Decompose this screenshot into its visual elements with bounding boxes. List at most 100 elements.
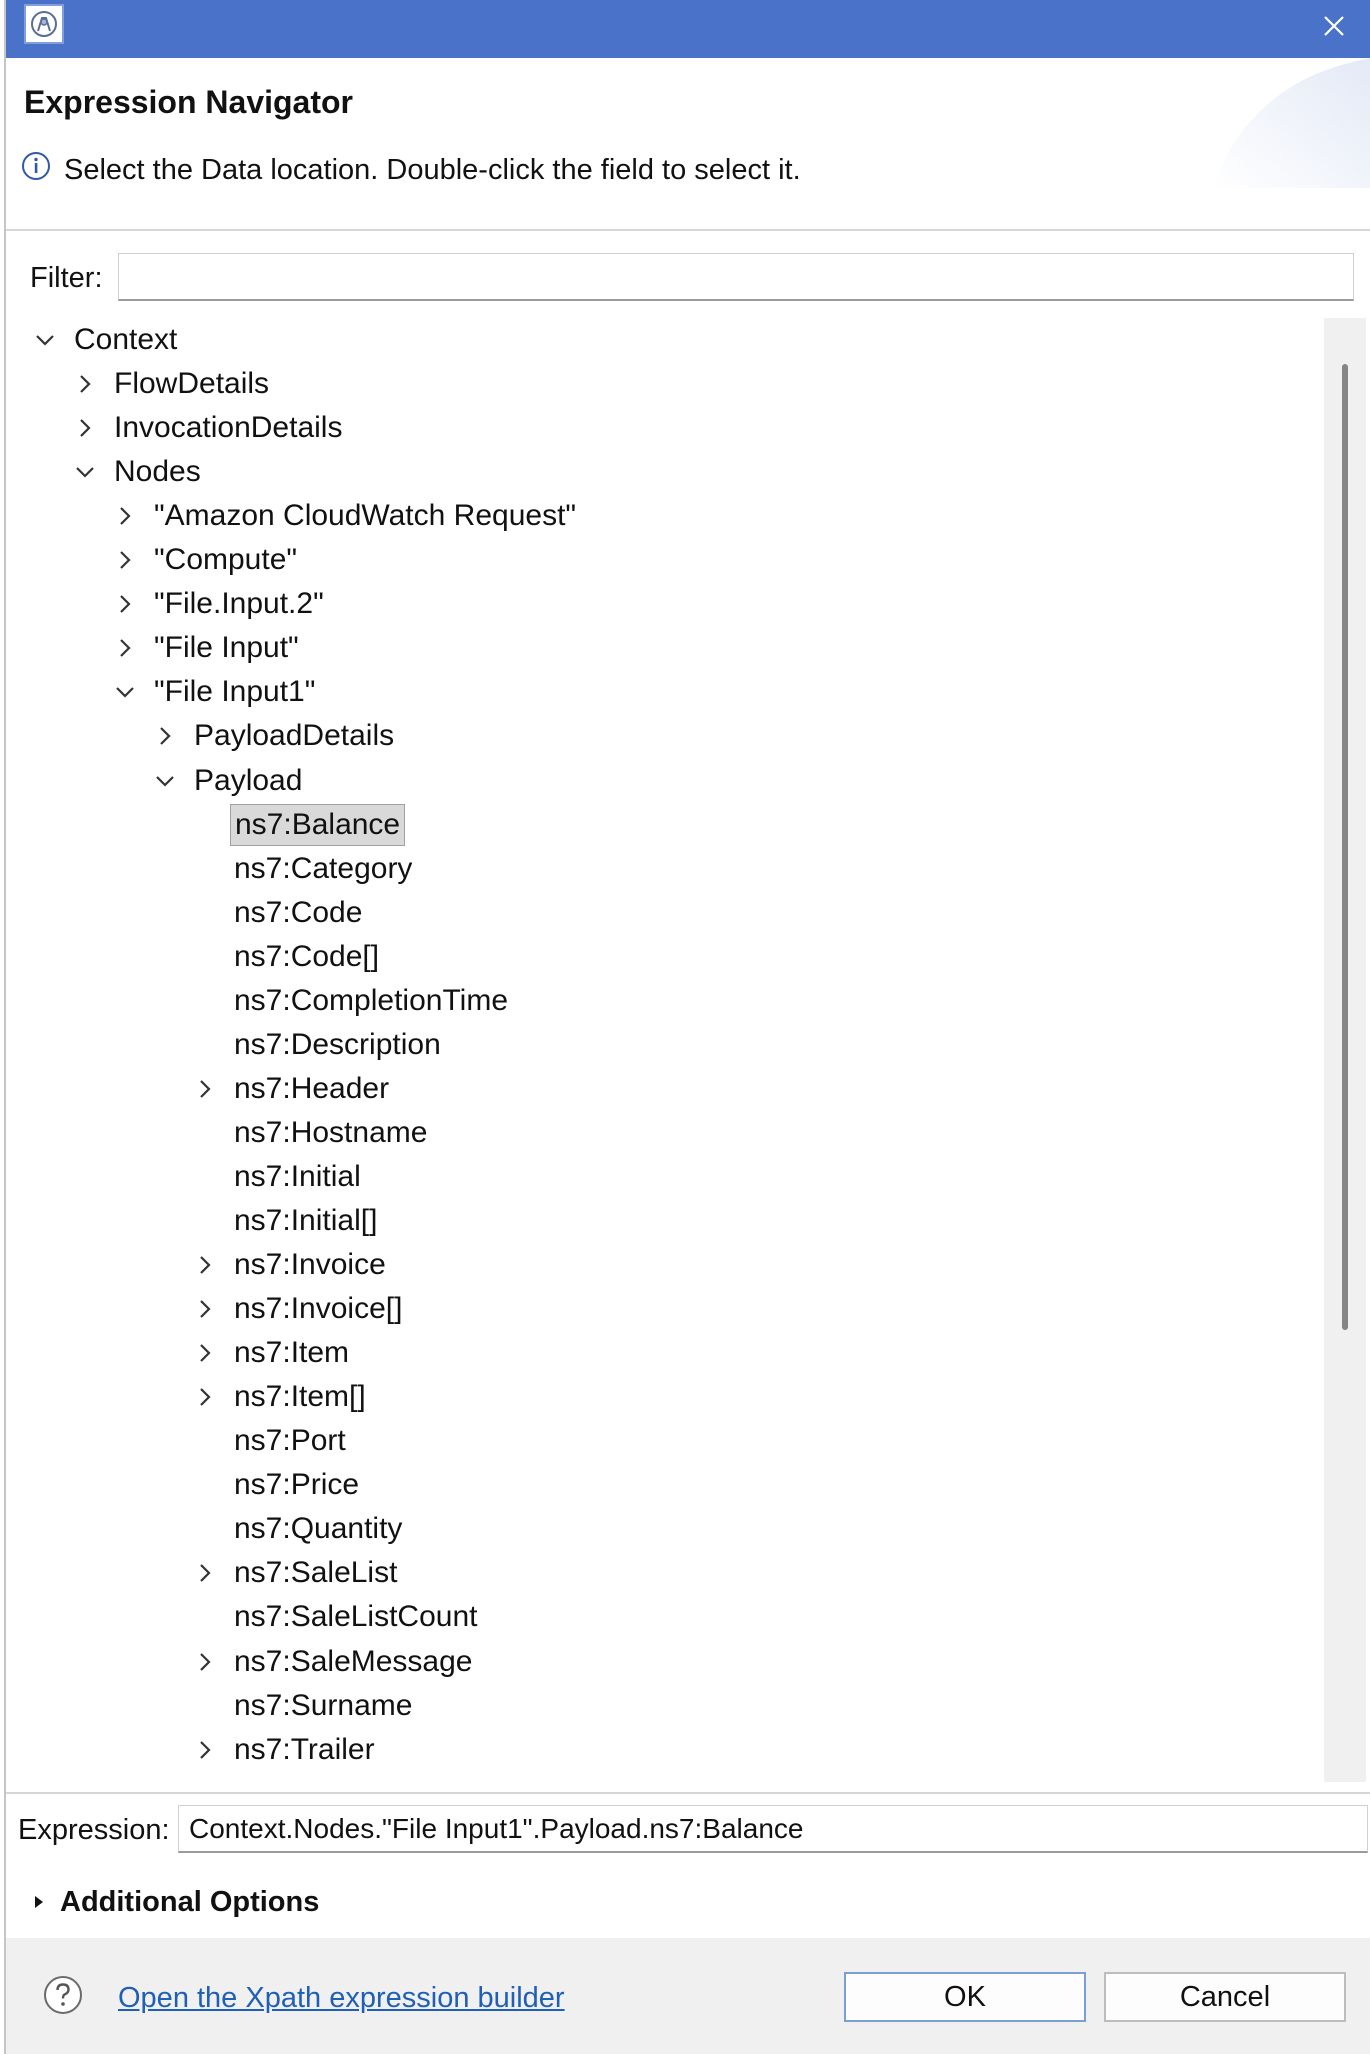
chevron-right-icon[interactable] (190, 1551, 220, 1595)
data-location-tree[interactable]: Context FlowDetails InvocationDetails Nodes… (6, 318, 1320, 1780)
tree-item-spacer (190, 1419, 220, 1463)
tree-item-label: ns7:Trailer (234, 1732, 375, 1766)
chevron-right-icon[interactable] (190, 1331, 220, 1375)
tree-item-label: ns7:SaleMessage (234, 1644, 473, 1678)
expression-label: Expression: (18, 1814, 170, 1846)
tree-item[interactable]: ns7:Description (190, 1023, 445, 1067)
chevron-right-icon[interactable] (190, 1728, 220, 1772)
tree-item[interactable]: ns7:Header (190, 1067, 393, 1111)
chevron-right-icon[interactable] (150, 714, 180, 758)
expression-input[interactable] (178, 1805, 1368, 1853)
tree-item-spacer (190, 1507, 220, 1551)
chevron-right-icon[interactable] (190, 1640, 220, 1684)
tree-item-label: FlowDetails (114, 367, 270, 401)
chevron-down-icon[interactable] (110, 670, 140, 714)
tree-item-spacer (190, 1684, 220, 1728)
tree-item[interactable]: ns7:Invoice[] (190, 1287, 406, 1331)
tree-item[interactable]: FlowDetails (70, 362, 273, 406)
tree-item[interactable]: "File.Input.2" (110, 582, 328, 626)
tree-item[interactable]: ns7:SaleListCount (190, 1595, 482, 1639)
tree-item-spacer (190, 847, 220, 891)
tree-item[interactable]: Context (30, 318, 181, 362)
tree-item-spacer (190, 1199, 220, 1243)
tree-item[interactable]: "File Input" (110, 626, 303, 670)
chevron-right-icon[interactable] (110, 626, 140, 670)
dialog-footer: Open the Xpath expression builder OK Can… (6, 1938, 1370, 2054)
tree-item[interactable]: ns7:Code[] (190, 935, 383, 979)
tree-item-spacer (190, 803, 220, 847)
tree-item-spacer (190, 1463, 220, 1507)
chevron-right-icon[interactable] (190, 1067, 220, 1111)
tree-item[interactable]: PayloadDetails (150, 714, 398, 758)
chevron-right-icon[interactable] (110, 538, 140, 582)
tree-item[interactable]: ns7:Balance (190, 803, 406, 847)
chevron-down-icon[interactable] (70, 450, 100, 494)
filter-input[interactable] (118, 253, 1354, 301)
tree-item-label: ns7:Code (234, 895, 363, 929)
tree-item-label: ns7:Quantity (234, 1512, 403, 1546)
tree-item[interactable]: ns7:Item[] (190, 1375, 370, 1419)
tree-item[interactable]: ns7:Item (190, 1331, 353, 1375)
tree-item-label: ns7:Initial[] (234, 1204, 378, 1237)
tree-item[interactable]: ns7:Initial (190, 1155, 365, 1199)
tree-scrollbar-thumb[interactable] (1342, 364, 1348, 1330)
app-logo-icon (24, 4, 64, 44)
tree-item[interactable]: InvocationDetails (70, 406, 346, 450)
chevron-right-icon[interactable] (70, 362, 100, 406)
tree-item[interactable]: ns7:Quantity (190, 1507, 406, 1551)
tree-item-spacer (190, 979, 220, 1023)
tree-item[interactable]: ns7:Hostname (190, 1111, 431, 1155)
tree-item-label: "File.Input.2" (154, 587, 324, 621)
expression-navigator-dialog: Expression Navigator Select the Data loc… (4, 0, 1370, 2054)
tree-item[interactable]: "File Input1" (110, 670, 319, 714)
tree-item[interactable]: ns7:Price (190, 1463, 363, 1507)
tree-item-label: Nodes (114, 455, 201, 489)
tree-item[interactable]: "Compute" (110, 538, 301, 582)
cancel-button[interactable]: Cancel (1104, 1972, 1346, 2022)
tree-item[interactable]: ns7:Initial[] (190, 1199, 381, 1243)
tree-item[interactable]: ns7:Surname (190, 1684, 416, 1728)
tree-item-label: ns7:Hostname (234, 1115, 428, 1149)
tree-item[interactable]: ns7:SaleMessage (190, 1640, 476, 1684)
title-bar[interactable] (6, 0, 1370, 58)
tree-item-label: ns7:SaleListCount (234, 1600, 478, 1634)
tree-item-label: ns7:SaleList (234, 1556, 398, 1590)
tree-item[interactable]: ns7:Code (190, 891, 366, 935)
tree-item-label: PayloadDetails (194, 719, 395, 753)
chevron-right-icon[interactable] (110, 582, 140, 626)
chevron-down-icon[interactable] (150, 759, 180, 803)
tree-item[interactable]: ns7:SaleList (190, 1551, 401, 1595)
tree-item-label: ns7:Invoice[] (234, 1292, 403, 1326)
tree-item[interactable]: ns7:Port (190, 1419, 350, 1463)
additional-options-toggle[interactable]: Additional Options (32, 1882, 319, 1922)
open-xpath-builder-link[interactable]: Open the Xpath expression builder (118, 1982, 565, 2015)
chevron-right-icon[interactable] (70, 406, 100, 450)
tree-item-label: Context (74, 323, 178, 356)
tree-item-spacer (190, 1111, 220, 1155)
dialog-header: Expression Navigator Select the Data loc… (6, 58, 1370, 231)
tree-item-label: "File Input" (154, 631, 299, 665)
close-button[interactable] (1314, 6, 1354, 46)
help-icon[interactable] (42, 1974, 84, 2021)
chevron-right-icon[interactable] (190, 1243, 220, 1287)
tree-item-spacer (190, 935, 220, 979)
tree-item-label: ns7:Category (234, 851, 413, 885)
tree-item[interactable]: ns7:Invoice (190, 1243, 390, 1287)
filter-label: Filter: (30, 262, 103, 294)
triangle-right-icon (35, 1896, 43, 1908)
tree-item[interactable]: ns7:Trailer (190, 1728, 379, 1772)
chevron-right-icon[interactable] (190, 1287, 220, 1331)
instruction-text: Select the Data location. Double-click t… (64, 154, 801, 186)
tree-item[interactable]: ns7:Category (190, 847, 416, 891)
chevron-right-icon[interactable] (110, 494, 140, 538)
tree-item[interactable]: ns7:CompletionTime (190, 979, 512, 1023)
tree-item-label: ns7:Port (234, 1424, 346, 1458)
tree-item[interactable]: Payload (150, 759, 306, 803)
tree-item[interactable]: Nodes (70, 450, 205, 494)
tree-item-label: ns7:Invoice (234, 1248, 386, 1282)
chevron-right-icon[interactable] (190, 1375, 220, 1419)
chevron-down-icon[interactable] (30, 318, 60, 362)
ok-button[interactable]: OK (844, 1972, 1086, 2022)
tree-item-label: ns7:CompletionTime (234, 983, 508, 1017)
tree-item[interactable]: "Amazon CloudWatch Request" (110, 494, 580, 538)
